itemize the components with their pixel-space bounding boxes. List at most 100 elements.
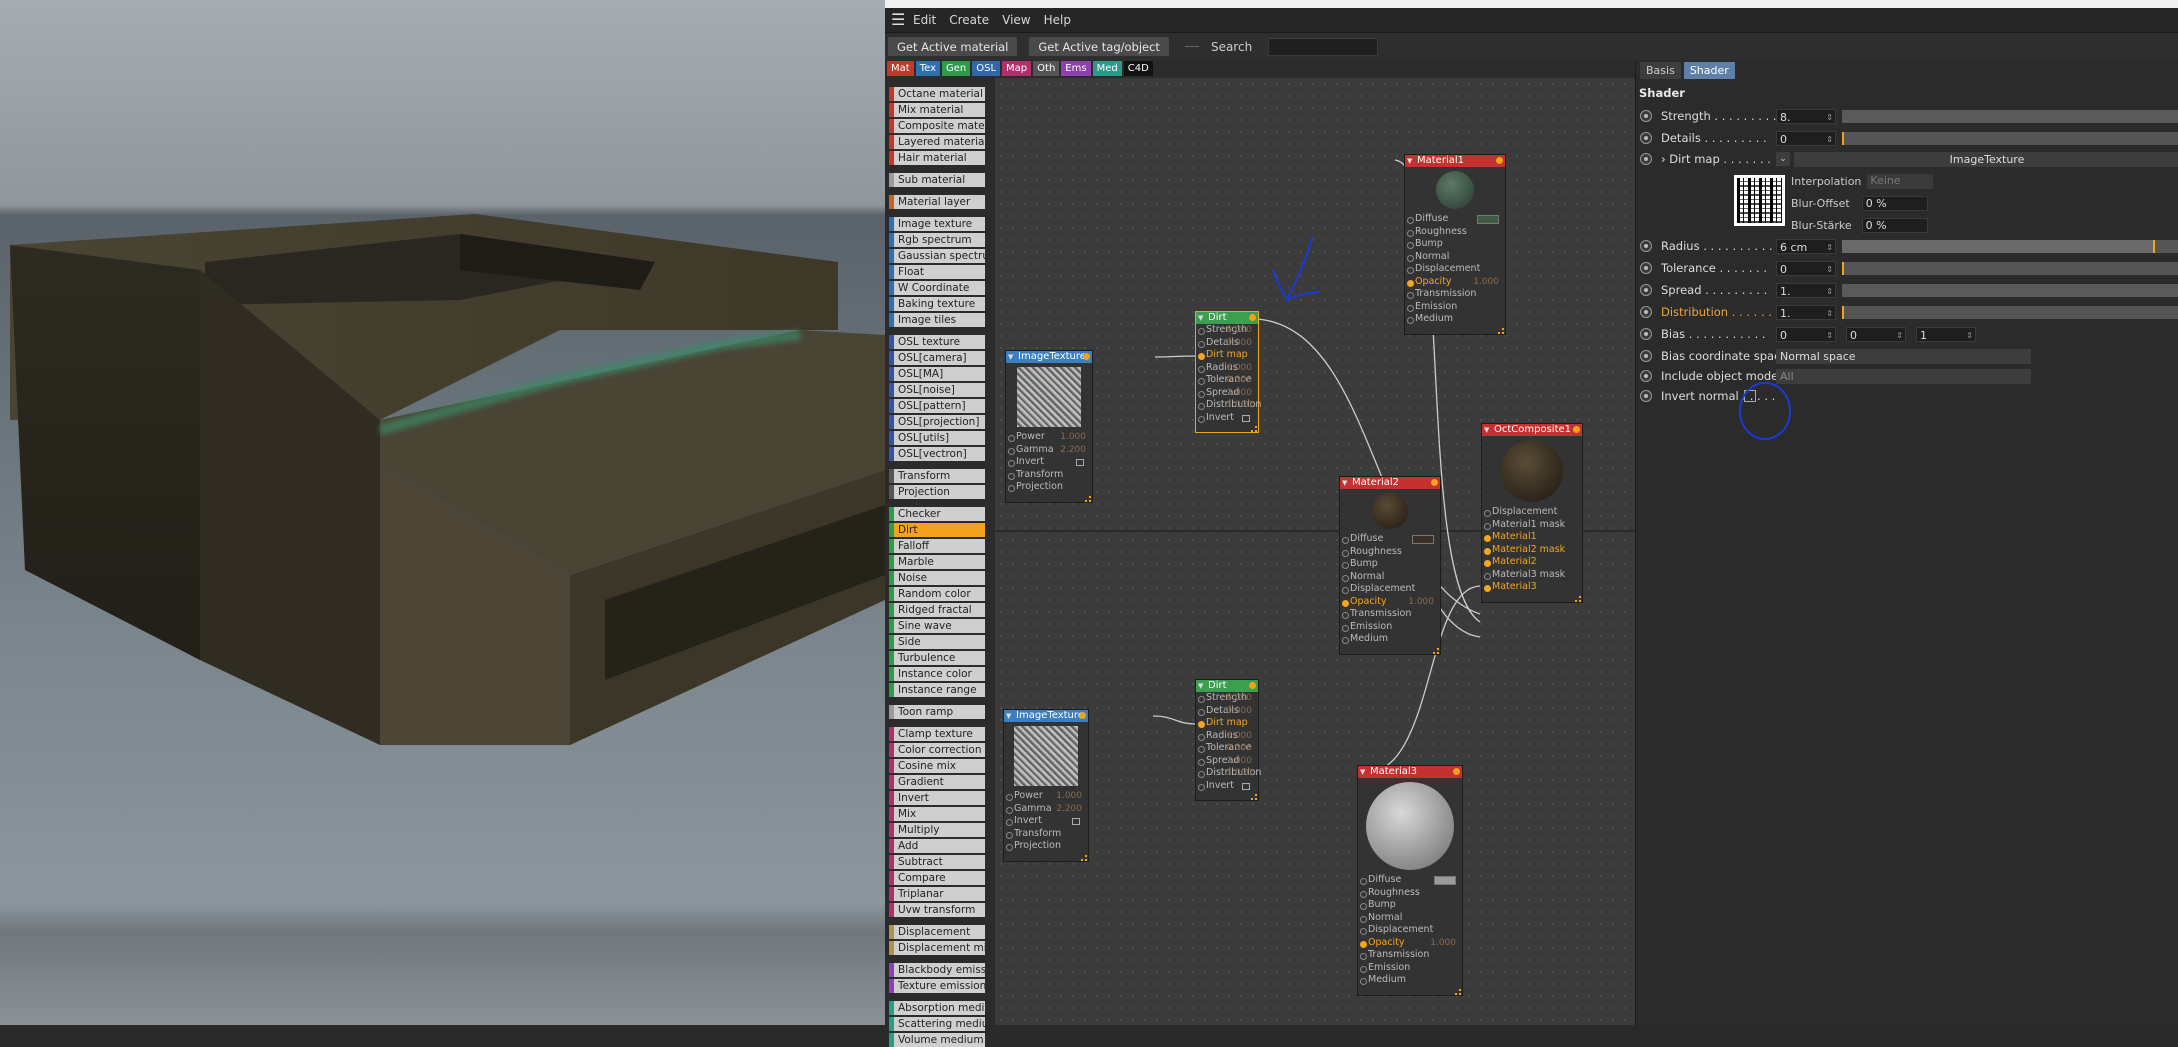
node-checkbox[interactable] <box>1072 818 1080 825</box>
node-input-material2[interactable]: Material2 <box>1482 556 1582 569</box>
blur-offset-field[interactable]: 0 % <box>1861 196 1928 211</box>
animate-icon[interactable] <box>1640 370 1652 382</box>
node-list-item[interactable]: Ridged fractal <box>889 603 985 617</box>
node-input-roughness[interactable]: Roughness <box>1340 546 1440 559</box>
node-list-item[interactable]: Side <box>889 635 985 649</box>
node-checkbox[interactable] <box>1242 782 1250 790</box>
category-tab-oth[interactable]: Oth <box>1033 61 1060 76</box>
node-list-item[interactable]: OSL[MA] <box>889 367 985 381</box>
animate-icon[interactable] <box>1640 262 1652 274</box>
node-list-item[interactable]: Mix <box>889 807 985 821</box>
node-input-projection[interactable]: Projection <box>1004 840 1088 853</box>
node-input-invert[interactable]: Invert <box>1196 412 1258 425</box>
node-list-item[interactable]: Absorption medium <box>889 1001 985 1015</box>
node-list-item[interactable]: Displacement mixer <box>889 941 985 955</box>
node-imgtex2[interactable]: ImageTexture Power 1.000 Gamma 2.200 InvertTr… <box>1003 709 1089 862</box>
node-input-value[interactable]: 2.200 <box>1056 803 1082 816</box>
resize-handle-icon[interactable] <box>1433 647 1439 654</box>
node-input-transmission[interactable]: Transmission <box>1358 949 1462 962</box>
node-input-value[interactable]: 0.000 <box>1226 337 1252 350</box>
node-input-projection[interactable]: Projection <box>1006 481 1092 494</box>
node-input-transform[interactable]: Transform <box>1006 469 1092 482</box>
distribution-slider[interactable] <box>1842 305 2178 319</box>
node-checkbox[interactable] <box>1076 459 1084 466</box>
node-input-medium[interactable]: Medium <box>1340 633 1440 646</box>
search-input[interactable] <box>1268 37 1379 56</box>
node-list-item[interactable]: Gradient <box>889 775 985 789</box>
node-list-item[interactable]: Float <box>889 265 985 279</box>
node-input-value[interactable]: 6.000 <box>1226 730 1252 743</box>
node-input-material1-mask[interactable]: Material1 mask <box>1482 519 1582 532</box>
node-list-item[interactable]: Color correction <box>889 743 985 757</box>
output-port-icon[interactable] <box>1573 426 1580 433</box>
node-input-gamma[interactable]: Gamma 2.200 <box>1004 803 1088 816</box>
node-header[interactable]: ImageTexture <box>1004 710 1088 722</box>
resize-handle-icon[interactable] <box>1575 595 1581 602</box>
node-input-distribution[interactable]: Distribution 1.000 <box>1196 399 1261 412</box>
node-input-gamma[interactable]: Gamma 2.200 <box>1006 444 1092 457</box>
node-input-emission[interactable]: Emission <box>1358 962 1462 975</box>
node-input-emission[interactable]: Emission <box>1405 301 1505 314</box>
node-input-displacement[interactable]: Displacement <box>1358 924 1462 937</box>
node-input-tolerance[interactable]: Tolerance 0.000 <box>1196 374 1258 387</box>
node-list-item[interactable]: Subtract <box>889 855 985 869</box>
node-input-medium[interactable]: Medium <box>1405 313 1505 326</box>
category-tab-c4d[interactable]: C4D <box>1123 61 1153 76</box>
node-list-item[interactable]: Instance range <box>889 683 985 697</box>
strength-slider[interactable] <box>1842 109 2178 123</box>
output-port-icon[interactable] <box>1079 712 1086 719</box>
node-list-item[interactable]: Sub material <box>889 173 985 187</box>
node-mat1[interactable]: Material1 DiffuseRoughnessBumpNormalDispl… <box>1404 154 1506 335</box>
interpolation-dropdown[interactable]: Keine <box>1867 174 1934 189</box>
node-input-value[interactable]: 1.000 <box>1060 431 1086 444</box>
node-input-value[interactable]: 0.000 <box>1226 742 1252 755</box>
category-tab-osl[interactable]: OSL <box>972 61 1001 76</box>
node-input-transmission[interactable]: Transmission <box>1405 288 1505 301</box>
category-tab-map[interactable]: Map <box>1002 61 1032 76</box>
node-header[interactable]: Material2 <box>1340 477 1440 489</box>
resize-handle-icon[interactable] <box>1251 426 1257 432</box>
node-input-bump[interactable]: Bump <box>1340 558 1440 571</box>
node-input-roughness[interactable]: Roughness <box>1358 887 1462 900</box>
animate-icon[interactable] <box>1640 328 1652 340</box>
node-input-material2-mask[interactable]: Material2 mask <box>1482 544 1582 557</box>
node-list-item[interactable]: Mix material <box>889 103 985 117</box>
category-tab-tex[interactable]: Tex <box>915 61 940 76</box>
blur-strength-field[interactable]: 0 % <box>1861 218 1928 233</box>
node-list-item[interactable]: Triplanar <box>889 887 985 901</box>
details-slider[interactable] <box>1842 131 2178 145</box>
node-input-spread[interactable]: Spread 1.000 <box>1196 387 1258 400</box>
node-input-material3-mask[interactable]: Material3 mask <box>1482 569 1582 582</box>
node-input-invert[interactable]: Invert <box>1006 456 1092 469</box>
resize-handle-icon[interactable] <box>1081 854 1087 861</box>
node-input-material3[interactable]: Material3 <box>1482 581 1582 594</box>
resize-handle-icon[interactable] <box>1085 495 1091 502</box>
node-input-roughness[interactable]: Roughness <box>1405 226 1505 239</box>
menu-create[interactable]: Create <box>949 13 989 27</box>
node-input-opacity[interactable]: Opacity 1.000 <box>1340 596 1440 609</box>
animate-icon[interactable] <box>1640 390 1652 402</box>
chevron-down-icon[interactable]: ⌄ <box>1776 152 1790 166</box>
dirt-map-label[interactable]: › Dirt map . . . . . . . <box>1661 152 1776 166</box>
strength-field[interactable]: 8. <box>1776 108 1836 125</box>
node-list-item[interactable]: Rgb spectrum <box>889 233 985 247</box>
output-port-icon[interactable] <box>1249 682 1256 689</box>
node-input-radius[interactable]: Radius 6.000 <box>1196 362 1258 375</box>
node-input-value[interactable]: 8.000 <box>1226 324 1252 337</box>
node-list-item[interactable]: Multiply <box>889 823 985 837</box>
node-input-value[interactable]: 1.000 <box>1226 755 1252 768</box>
category-tab-med[interactable]: Med <box>1092 61 1122 76</box>
node-list-item[interactable]: Add <box>889 839 985 853</box>
node-list-item[interactable]: Falloff <box>889 539 985 553</box>
node-input-dirt-map[interactable]: Dirt map <box>1196 717 1258 730</box>
resize-handle-icon[interactable] <box>1251 794 1257 800</box>
node-input-opacity[interactable]: Opacity 1.000 <box>1358 937 1462 950</box>
node-list-item[interactable]: Transform <box>889 469 985 483</box>
category-tab-mat[interactable]: Mat <box>887 61 914 76</box>
node-input-spread[interactable]: Spread 1.000 <box>1196 755 1258 768</box>
node-input-normal[interactable]: Normal <box>1405 251 1505 264</box>
node-input-displacement[interactable]: Displacement <box>1340 583 1440 596</box>
bias-x-field[interactable]: 0 <box>1776 326 1836 343</box>
node-list-item[interactable]: Texture emission <box>889 979 985 993</box>
radius-slider[interactable] <box>1842 239 2178 253</box>
